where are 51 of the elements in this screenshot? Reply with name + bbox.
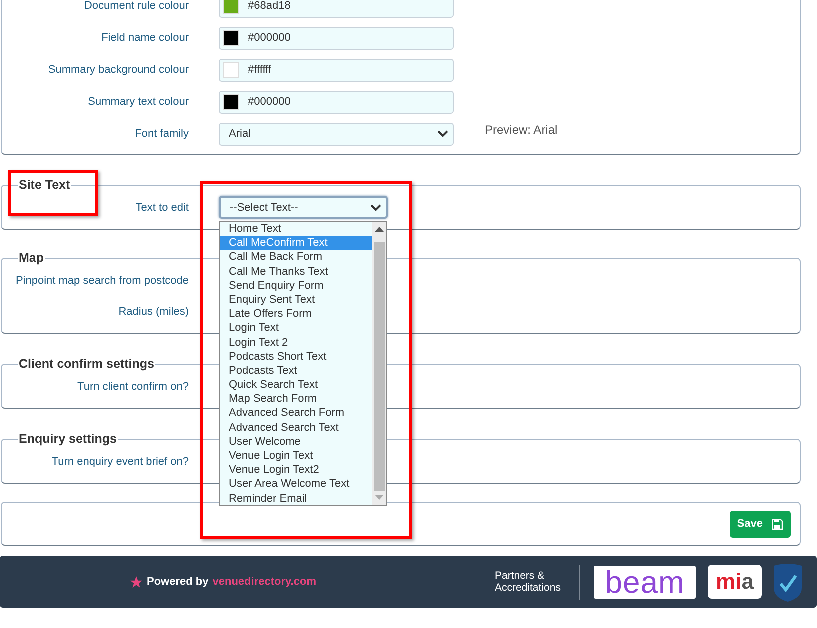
section-title: Enquiry settings <box>18 432 118 446</box>
dropdown-option[interactable]: Call Me Back Form <box>220 250 372 265</box>
dropdown-field[interactable]: --Select Text-- <box>219 196 388 219</box>
shield-badge-icon <box>773 562 803 602</box>
dropdown-option[interactable]: Login Text <box>220 321 372 336</box>
star-icon <box>130 576 143 588</box>
dropdown-option[interactable]: Podcasts Short Text <box>220 350 372 364</box>
field-label: Turn client confirm on? <box>76 380 189 392</box>
dropdown-option[interactable]: Home Text <box>220 222 372 236</box>
colour-input-field[interactable]: #000000 <box>219 26 454 50</box>
dropdown-option[interactable]: Advanced Search Form <box>220 406 372 421</box>
scrollbar[interactable] <box>372 222 386 505</box>
partners-text: Partners & Accreditations <box>495 570 562 594</box>
dropdown-option[interactable]: Podcasts Text <box>220 364 372 378</box>
dropdown-field[interactable]: Arial <box>219 122 454 146</box>
dropdown-option[interactable]: User Area Welcome Text <box>220 477 372 492</box>
colour-input-field[interactable]: #000000 <box>219 90 454 114</box>
field-label: Document rule colour <box>83 0 189 12</box>
section-title: Client confirm settings <box>18 357 156 371</box>
field-label: Summary background colour <box>47 64 189 76</box>
dropdown-option[interactable]: Late Offers Form <box>220 307 372 322</box>
dropdown-option[interactable]: Enquiry Sent Text <box>220 292 372 308</box>
field-label: Summary text colour <box>87 96 189 108</box>
field-label: Text to edit <box>134 202 189 214</box>
dropdown-option[interactable]: Venue Login Text2 <box>220 463 372 478</box>
field-label: Turn enquiry event brief on? <box>50 456 189 468</box>
section-title: Map <box>18 251 45 265</box>
section-title: Site Text <box>18 178 72 192</box>
dropdown-option[interactable]: Login Text 2 <box>220 336 372 350</box>
field-label: Radius (miles) <box>118 306 189 318</box>
dropdown-option[interactable]: Map Search Form <box>220 392 372 406</box>
field-label: Field name colour <box>100 32 189 44</box>
font-preview-text: Preview: Arial <box>485 123 558 137</box>
dropdown-option[interactable]: Reminder Email <box>220 492 372 506</box>
partner-logo: beam <box>594 566 696 598</box>
dropdown-option[interactable]: Call Me Thanks Text <box>220 264 372 279</box>
dropdown-option[interactable]: Send Enquiry Form <box>220 278 372 293</box>
dropdown-option[interactable]: User Welcome <box>220 434 372 449</box>
field-label: Font family <box>134 128 189 140</box>
dropdown-option[interactable]: Advanced Search Text <box>220 420 372 435</box>
caret-icon <box>437 130 449 138</box>
dropdown-option[interactable]: Venue Login Text <box>220 449 372 464</box>
dropdown-option[interactable]: Quick Search Text <box>220 378 372 392</box>
colour-input-field[interactable]: #ffffff <box>219 58 454 82</box>
down-arrow-icon[interactable] <box>374 495 384 501</box>
colour-input-field[interactable]: #68ad18 <box>219 0 454 18</box>
partner-logo: mia <box>708 565 762 599</box>
caret-icon <box>370 204 382 212</box>
powered-by-text: Powered by <box>147 576 209 588</box>
field-label: Pinpoint map search from postcode <box>14 274 189 286</box>
up-arrow-icon[interactable] <box>374 226 384 232</box>
